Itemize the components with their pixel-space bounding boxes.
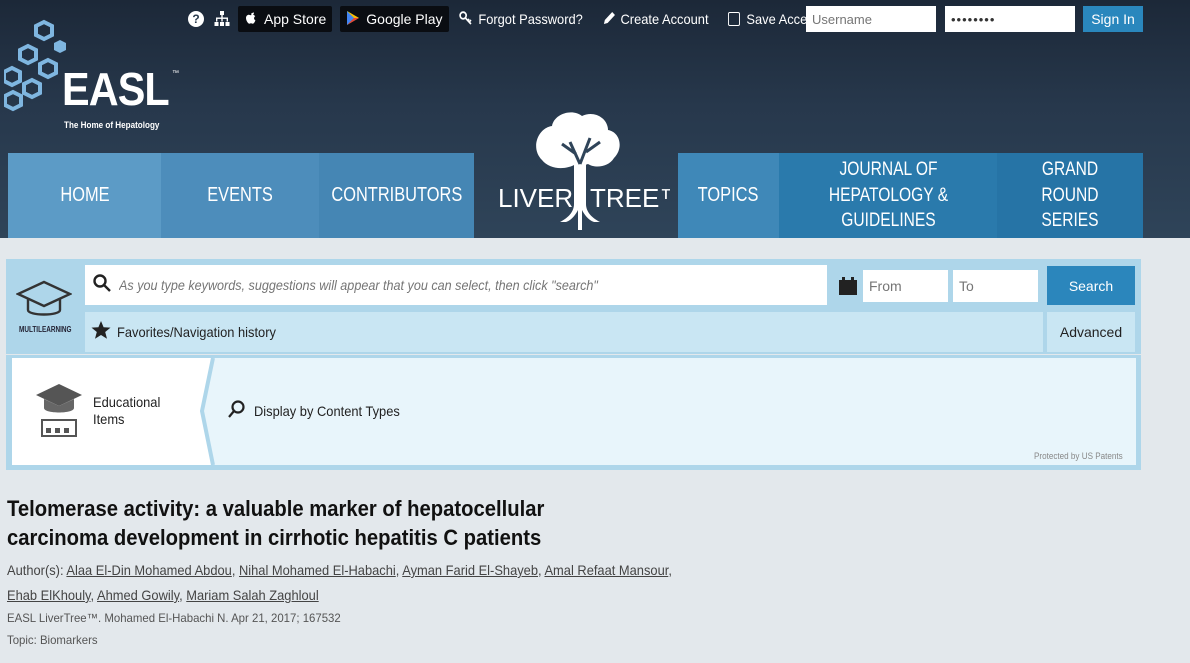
favorites-navigation-history[interactable]: Favorites/Navigation history [85, 312, 1043, 352]
logo-tagline: The Home of Hepatology [64, 120, 160, 130]
display-by-content-types[interactable]: Display by Content Types [228, 400, 413, 421]
author-link[interactable]: Amal Refaat Mansour [544, 562, 668, 578]
nav-events[interactable]: EVENTS [161, 153, 319, 238]
easl-hex-logo-icon [4, 19, 66, 112]
google-play-icon [346, 10, 360, 29]
calendar-icon[interactable] [838, 276, 858, 296]
display-by-content-types-label: Display by Content Types [254, 402, 400, 419]
livertree-tree-text: TREE™ [590, 183, 670, 213]
authors-label: Author(s): [7, 562, 64, 578]
article-meta: EASL LiverTree™. Mohamed El-Habachi N. A… [7, 611, 341, 625]
google-play-button[interactable]: Google Play [340, 6, 449, 32]
app-store-button[interactable]: App Store [238, 6, 333, 32]
article-authors: Author(s): Alaa El-Din Mohamed Abdou, Ni… [7, 562, 672, 603]
livertree-liver-text: LIVER [498, 183, 573, 213]
livertree-logo-icon[interactable]: LIVER TREE™ [490, 108, 670, 233]
forgot-password-label: Forgot Password? [477, 11, 583, 27]
nav-journal-label: JOURNAL OF HEPATOLOGY & GUIDELINES [828, 159, 948, 232]
forgot-password-link[interactable]: Forgot Password? [458, 10, 583, 28]
article-topic[interactable]: Topic: Biomarkers [7, 633, 98, 647]
help-icon[interactable]: ? [188, 11, 204, 27]
search-icon [93, 273, 111, 297]
author-link[interactable]: Alaa El-Din Mohamed Abdou [66, 562, 231, 578]
nav-home-label: HOME [59, 184, 110, 206]
graduation-cap-icon[interactable] [16, 278, 72, 322]
date-to-input[interactable] [953, 270, 1038, 302]
logo-trademark: ™ [172, 70, 179, 77]
author-link[interactable]: Ehab ElKhouly [7, 587, 91, 603]
patents-notice: Protected by US Patents [1034, 451, 1123, 461]
easl-logo-text[interactable]: EASL [62, 66, 170, 112]
nav-topics[interactable]: TOPICS [678, 153, 779, 238]
top-utility-bar: ? App Store Google Play Forgot Password?… [186, 6, 828, 32]
author-link[interactable]: Ahmed Gowily [97, 587, 179, 603]
author-link[interactable]: Mariam Salah Zaghloul [186, 587, 318, 603]
username-input[interactable] [806, 6, 936, 32]
article-title: Telomerase activity: a valuable marker o… [7, 496, 545, 550]
educational-items-icon [36, 384, 82, 437]
advanced-search-button[interactable]: Advanced [1047, 312, 1135, 352]
password-input[interactable] [945, 6, 1075, 32]
nav-contributors-label: CONTRIBUTORS [331, 184, 462, 206]
favorites-label: Favorites/Navigation history [117, 324, 276, 340]
nav-home[interactable]: HOME [8, 153, 161, 238]
sign-in-button[interactable]: Sign In [1083, 6, 1143, 32]
search-button[interactable]: Search [1047, 266, 1135, 305]
app-store-label: App Store [264, 11, 327, 27]
author-link[interactable]: Ayman Farid El-Shayeb [402, 562, 538, 578]
educational-items-label: Educational Items [93, 394, 161, 427]
keyword-search-input[interactable] [119, 277, 749, 293]
sitemap-icon[interactable] [214, 11, 230, 27]
date-from-input[interactable] [863, 270, 948, 302]
key-icon [458, 10, 474, 28]
author-link[interactable]: Nihal Mohamed El-Habachi [239, 562, 396, 578]
nav-grand-round[interactable]: GRAND ROUND SERIES [997, 153, 1143, 238]
keyword-search-box[interactable] [85, 265, 827, 305]
create-account-label: Create Account [620, 11, 709, 27]
create-account-link[interactable]: Create Account [603, 11, 709, 28]
magnifier-icon [228, 400, 246, 421]
checkbox-icon[interactable] [727, 12, 740, 26]
nav-contributors[interactable]: CONTRIBUTORS [319, 153, 474, 238]
google-play-label: Google Play [366, 11, 443, 27]
multilearning-label: MULTILEARNING [19, 325, 72, 334]
nav-topics-label: TOPICS [698, 184, 759, 206]
nav-journal[interactable]: JOURNAL OF HEPATOLOGY & GUIDELINES [779, 153, 997, 238]
star-icon [91, 320, 111, 345]
nav-events-label: EVENTS [207, 184, 273, 206]
site-header: EASL ™ The Home of Hepatology ? App Stor… [0, 0, 1190, 238]
apple-icon [244, 10, 258, 29]
nav-grand-round-label: GRAND ROUND SERIES [1041, 159, 1099, 232]
pencil-icon [603, 11, 616, 28]
